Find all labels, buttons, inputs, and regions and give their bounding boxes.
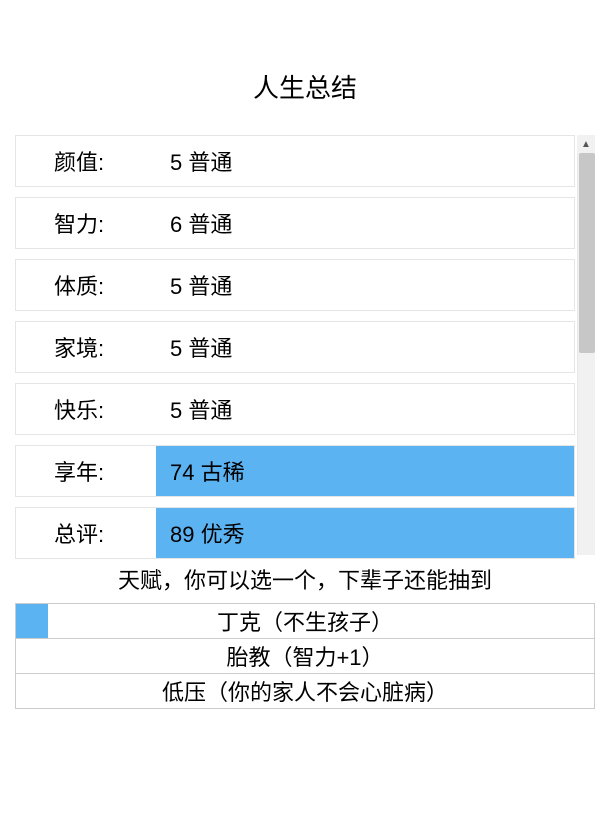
page-title: 人生总结 [0,68,610,105]
stat-label: 智力: [16,198,156,248]
stat-value: 6 普通 [156,198,574,248]
stat-value: 5 普通 [156,260,574,310]
stat-value: 5 普通 [156,136,574,186]
stat-label: 家境: [16,322,156,372]
talent-option[interactable]: 胎教（智力+1） [15,638,595,674]
stat-row: 体质: 5 普通 [15,259,575,311]
stat-label: 颜值: [16,136,156,186]
stat-label: 体质: [16,260,156,310]
talent-option[interactable]: 丁克（不生孩子） [15,603,595,639]
stat-label: 享年: [16,446,156,496]
scrollbar-track[interactable]: ▲ [577,135,595,555]
stat-row: 总评: 89 优秀 [15,507,575,559]
scrollbar-thumb[interactable] [579,153,595,353]
talent-option[interactable]: 低压（你的家人不会心脏病） [15,673,595,709]
stat-label: 快乐: [16,384,156,434]
stat-row: 快乐: 5 普通 [15,383,575,435]
talent-label: 胎教（智力+1） [226,640,383,672]
talent-label: 丁克（不生孩子） [217,605,393,637]
stat-label: 总评: [16,508,156,558]
stat-row: 智力: 6 普通 [15,197,575,249]
scrollbar-arrow-up-icon[interactable]: ▲ [577,135,595,153]
talent-heading: 天赋，你可以选一个，下辈子还能抽到 [15,563,595,595]
talent-selected-mark [16,604,48,638]
stat-row: 享年: 74 古稀 [15,445,575,497]
stat-row: 颜值: 5 普通 [15,135,575,187]
stat-value: 5 普通 [156,384,574,434]
stat-value-highlight: 89 优秀 [156,508,574,558]
talent-label: 低压（你的家人不会心脏病） [162,675,448,707]
stats-list: 颜值: 5 普通 智力: 6 普通 体质: 5 普通 家境: 5 普通 快乐: … [15,135,575,559]
stats-scroll-area: 颜值: 5 普通 智力: 6 普通 体质: 5 普通 家境: 5 普通 快乐: … [15,135,595,555]
talent-section: 天赋，你可以选一个，下辈子还能抽到 丁克（不生孩子） 胎教（智力+1） 低压（你… [15,563,595,709]
stat-value: 5 普通 [156,322,574,372]
stat-value-highlight: 74 古稀 [156,446,574,496]
stat-row: 家境: 5 普通 [15,321,575,373]
